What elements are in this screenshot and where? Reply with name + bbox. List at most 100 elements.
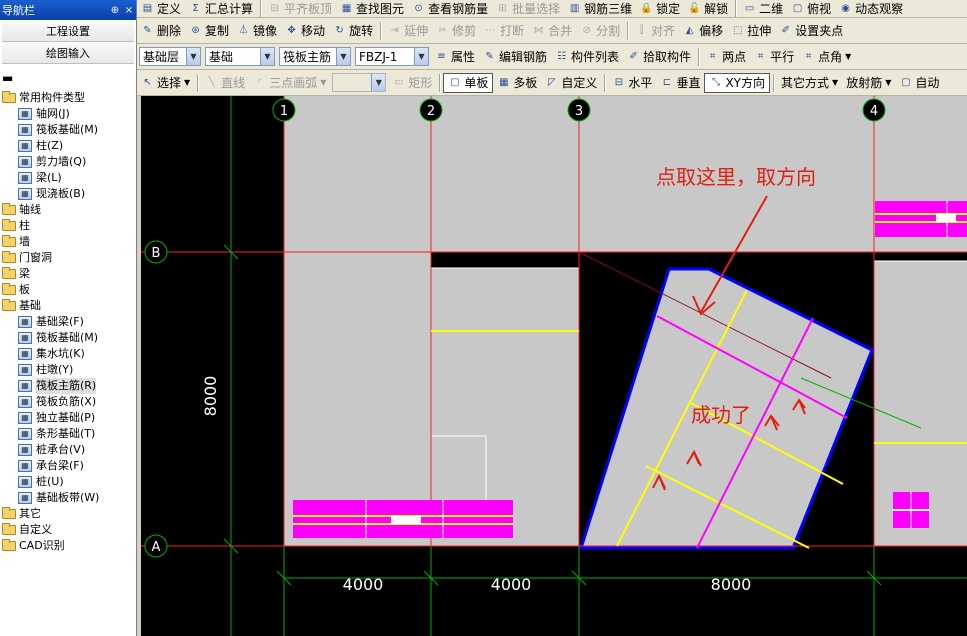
grip-button[interactable]: ✐ 设置夹点: [775, 21, 847, 41]
floor-combo[interactable]: 基础层 ▼: [139, 47, 201, 66]
tree-item[interactable]: ▦ 桩承台(V): [0, 442, 136, 458]
point-angle-button[interactable]: ⌗ 点角 ▼: [798, 47, 855, 67]
tree-item[interactable]: ▦ 基础梁(F): [0, 314, 136, 330]
tree-folder[interactable]: 轴线: [0, 202, 136, 218]
tree-item[interactable]: ▦ 桩(U): [0, 474, 136, 490]
merge-button[interactable]: ⋈ 合并: [528, 21, 576, 41]
delete-button[interactable]: ✎ 删除: [137, 21, 185, 41]
vertical-icon: ⊏: [662, 77, 672, 88]
offset-button[interactable]: ◭ 偏移: [679, 21, 727, 41]
line-button[interactable]: ╲ 直线: [201, 73, 249, 93]
button-label: 合并: [548, 24, 573, 38]
mirror-button[interactable]: ⏃ 镜像: [233, 21, 281, 41]
tree-item[interactable]: ▦ 承台梁(F): [0, 458, 136, 474]
tree-item[interactable]: ▦ 筏板基础(M): [0, 330, 136, 346]
chevron-down-icon: ▼: [186, 48, 200, 65]
edit-rebar-button[interactable]: ✎ 编辑钢筋: [479, 47, 551, 67]
lock-button[interactable]: 🔒 锁定: [636, 0, 684, 17]
tree-item[interactable]: ▦ 条形基础(T): [0, 426, 136, 442]
2d-button[interactable]: ▭ 二维: [739, 0, 787, 17]
line-icon: ╲: [208, 77, 215, 88]
arc-mode-combo[interactable]: ▼: [332, 73, 387, 92]
tree-item[interactable]: ▦ 柱墩(Y): [0, 362, 136, 378]
three-point-arc-button[interactable]: ◜ 三点画弧 ▼: [249, 73, 330, 93]
tree-item[interactable]: ▦ 轴网(J): [0, 106, 136, 122]
tree-item[interactable]: ▦ 集水坑(K): [0, 346, 136, 362]
horizontal-button[interactable]: ⊟ 水平: [608, 73, 656, 93]
tree-folder[interactable]: CAD识别: [0, 538, 136, 554]
menu-button[interactable]: 其它方式 ▼: [777, 73, 842, 93]
component-name-combo[interactable]: FBZJ-1 ▼: [355, 47, 429, 66]
tree-item[interactable]: ▦ 筏板主筋(R): [0, 378, 136, 394]
tree-folder[interactable]: 墙: [0, 234, 136, 250]
multi-slab-button[interactable]: ▦ 多板: [493, 73, 541, 93]
tree-item[interactable]: ▦ 筏板负筋(X): [0, 394, 136, 410]
annotation-success: 成功了: [691, 403, 751, 427]
extend-button[interactable]: ⇥ 延伸: [384, 21, 432, 41]
cad-drawing[interactable]: 1 2 3 4 B A 8000 4000 4000 8000 点取这里，取方向…: [141, 96, 967, 636]
batch-select-button[interactable]: ⊞ 批量选择: [492, 0, 564, 17]
pin-icon[interactable]: ⊕: [108, 5, 122, 16]
flush-slab-button[interactable]: ⊟ 平齐板顶: [264, 0, 336, 17]
button-label: 偏移: [699, 24, 724, 38]
two-point-button[interactable]: ⌗ 两点: [702, 47, 750, 67]
define-button[interactable]: ▤ 定义: [137, 0, 185, 17]
tree-item[interactable]: ▦ 现浇板(B): [0, 186, 136, 202]
tree-item[interactable]: ▦ 梁(L): [0, 170, 136, 186]
split-button[interactable]: ⊘ 分割: [576, 21, 624, 41]
move-button[interactable]: ✥ 移动: [281, 21, 329, 41]
stretch-icon: ⬚: [732, 25, 743, 36]
xy-direction-button[interactable]: ⤡ XY方向: [704, 72, 771, 93]
copy-button[interactable]: ⊛ 复制: [185, 21, 233, 41]
stretch-button[interactable]: ⬚ 拉伸: [727, 21, 775, 41]
properties-button[interactable]: ≡ 属性: [431, 47, 479, 67]
pile-icon: ▦: [18, 476, 32, 488]
custom-button[interactable]: ◸ 自定义: [541, 73, 601, 93]
tree-folder[interactable]: 常用构件类型: [0, 90, 136, 106]
tree-folder[interactable]: 其它: [0, 506, 136, 522]
tree-folder[interactable]: 自定义: [0, 522, 136, 538]
drawing-input-button[interactable]: 绘图输入: [2, 42, 134, 64]
category-combo[interactable]: 基础 ▼: [205, 47, 275, 66]
rebar-3d-button[interactable]: ▥ 钢筋三维: [564, 0, 636, 17]
tree-folder[interactable]: 板: [0, 282, 136, 298]
pick-component-button[interactable]: ✐ 拾取构件: [623, 47, 695, 67]
select-label: 选择: [157, 76, 182, 90]
trim-button[interactable]: ✂ 修剪: [432, 21, 480, 41]
tree-folder[interactable]: 基础: [0, 298, 136, 314]
collapse-tree-icon[interactable]: ▬: [2, 72, 136, 86]
find-button[interactable]: ▦ 查找图元: [336, 0, 408, 17]
unlock-button[interactable]: 🔓 解锁: [684, 0, 732, 17]
orbit-button[interactable]: ◉ 动态观察: [835, 0, 907, 17]
tree-item[interactable]: ▦ 基础板带(W): [0, 490, 136, 506]
rotate-button[interactable]: ↻ 旋转: [329, 21, 377, 41]
auto-button[interactable]: ▢ 自动: [895, 73, 943, 93]
tree-item[interactable]: ▦ 筏板基础(M): [0, 122, 136, 138]
type-combo[interactable]: 筏板主筋 ▼: [279, 47, 351, 66]
tree-folder[interactable]: 梁: [0, 266, 136, 282]
component-list-button[interactable]: ☷ 构件列表: [551, 47, 623, 67]
single-slab-button[interactable]: ▢ 单板: [443, 72, 494, 93]
tree-item[interactable]: ▦ 剪力墙(Q): [0, 154, 136, 170]
rebar-block-top-right[interactable]: [875, 201, 967, 237]
close-icon[interactable]: ×: [122, 5, 136, 16]
align-button[interactable]: ⫿ 对齐: [631, 21, 679, 41]
project-settings-button[interactable]: 工程设置: [2, 20, 134, 42]
tree-folder[interactable]: 门窗洞: [0, 250, 136, 266]
rebar-block-small-right[interactable]: [893, 492, 929, 528]
rectangle-button[interactable]: ▭ 矩形: [388, 73, 436, 93]
drawing-canvas[interactable]: 1 2 3 4 B A 8000 4000 4000 8000 点取这里，取方向…: [141, 96, 967, 636]
tree-folder[interactable]: 柱: [0, 218, 136, 234]
vertical-button[interactable]: ⊏ 垂直: [656, 73, 704, 93]
rebar-block-bottom-left[interactable]: [293, 500, 513, 538]
grip-icon: ✐: [781, 25, 790, 36]
sum-button[interactable]: Σ 汇总计算: [185, 0, 257, 17]
top-view-button[interactable]: ▢ 俯视: [787, 0, 835, 17]
select-button[interactable]: ↖ 选择 ▼: [137, 73, 194, 93]
parallel-button[interactable]: ⌗ 平行: [750, 47, 798, 67]
tree-item[interactable]: ▦ 柱(Z): [0, 138, 136, 154]
break-button[interactable]: ⋯ 打断: [480, 21, 528, 41]
tree-item[interactable]: ▦ 独立基础(P): [0, 410, 136, 426]
menu-button[interactable]: 放射筋 ▼: [842, 73, 895, 93]
view-rebar-button[interactable]: ⊙ 查看钢筋量: [408, 0, 492, 17]
